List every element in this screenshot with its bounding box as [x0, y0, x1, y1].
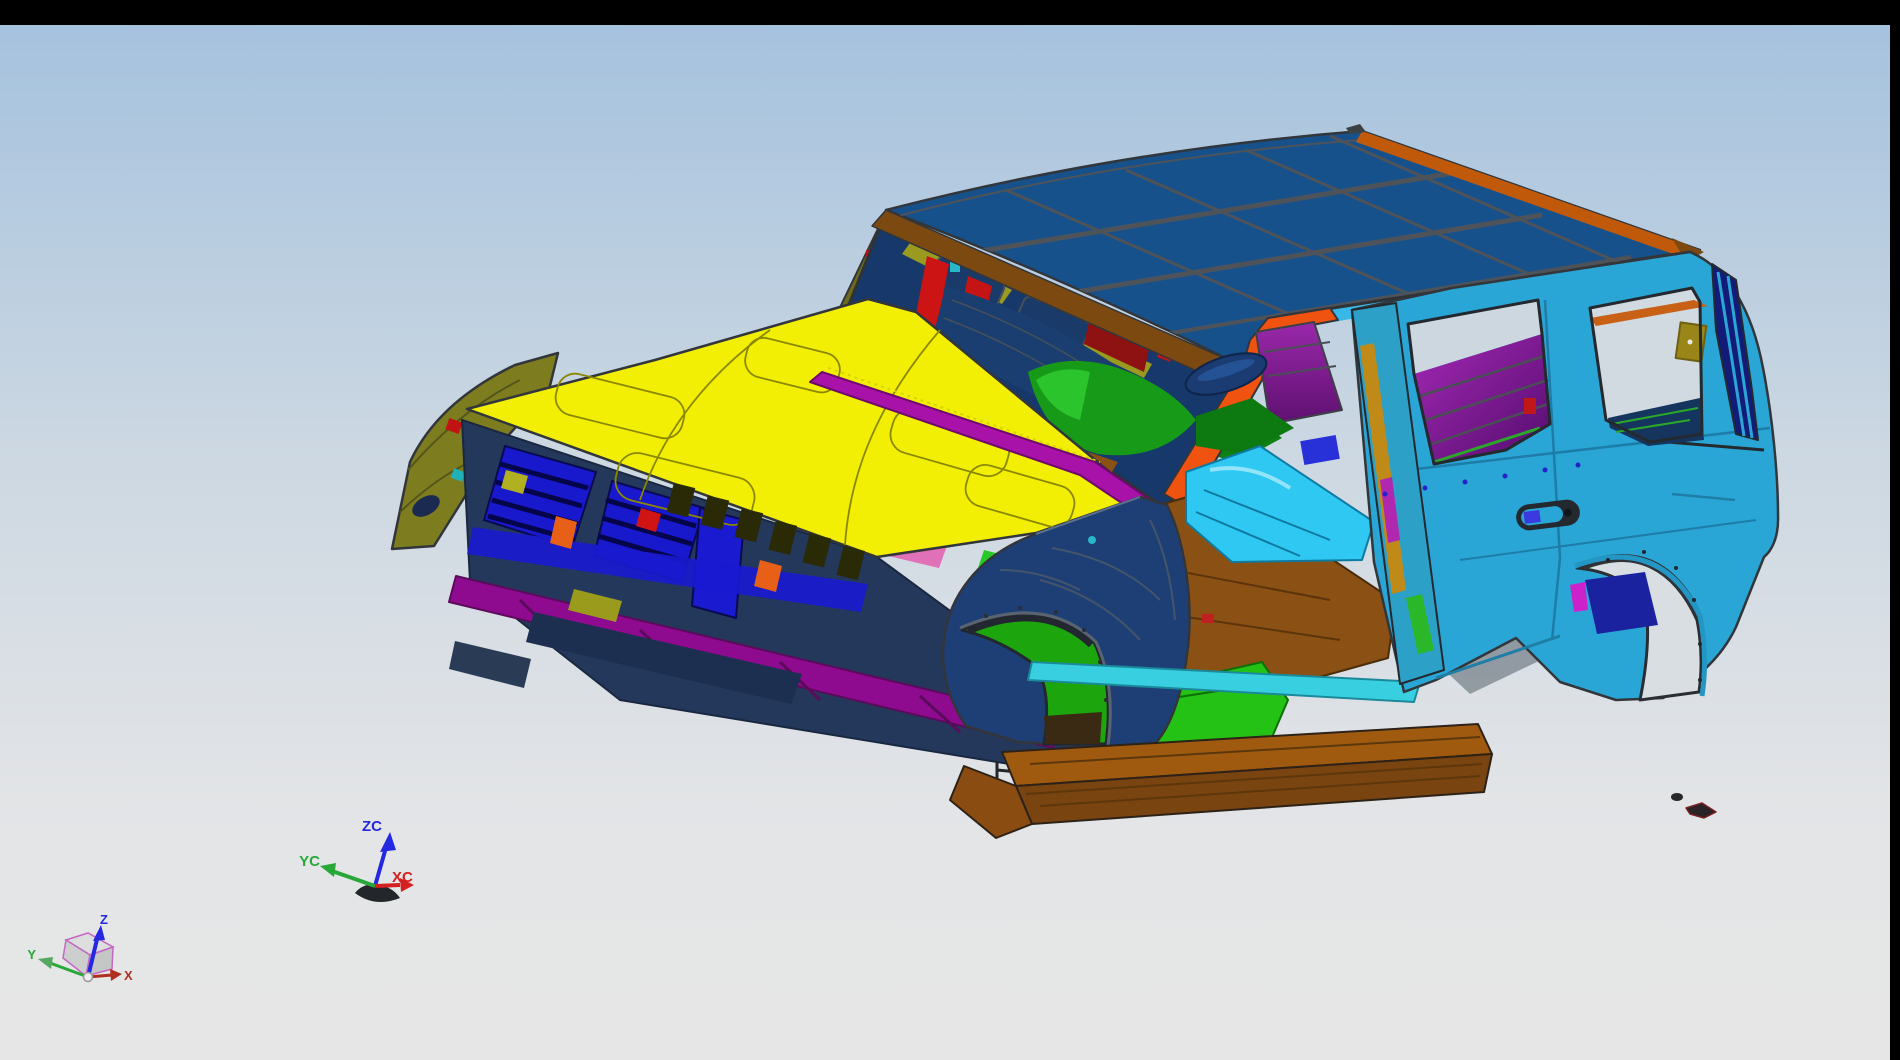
cad-viewport[interactable]: ZC YC XC Z Y X	[0, 25, 1890, 1060]
handle-blue-chip	[1523, 510, 1540, 524]
view-x-label: X	[124, 968, 133, 983]
top-frame-bar	[0, 0, 1900, 25]
red-chip	[1202, 614, 1214, 623]
red-chip	[1524, 398, 1536, 414]
bracket-hole	[1688, 340, 1693, 345]
arch-dark-floor	[1044, 712, 1102, 744]
view-origin-ball[interactable]	[84, 973, 93, 982]
graphics-canvas[interactable]: ZC YC XC Z Y X	[0, 25, 1890, 1060]
debris-dot	[1671, 793, 1683, 801]
application-window: ZC YC XC Z Y X	[0, 0, 1900, 1060]
wcs-z-label: ZC	[362, 818, 382, 835]
right-frame-bar	[1890, 0, 1900, 1060]
view-y-label: Y	[27, 947, 36, 962]
view-z-label: Z	[100, 912, 108, 927]
teal-dot	[1088, 536, 1096, 544]
body-side[interactable]	[1352, 252, 1778, 700]
wcs-x-label: XC	[392, 869, 413, 886]
arch-navy-box[interactable]	[1585, 572, 1658, 634]
quarter-window[interactable]	[1590, 288, 1708, 446]
wcs-y-label: YC	[299, 853, 320, 870]
